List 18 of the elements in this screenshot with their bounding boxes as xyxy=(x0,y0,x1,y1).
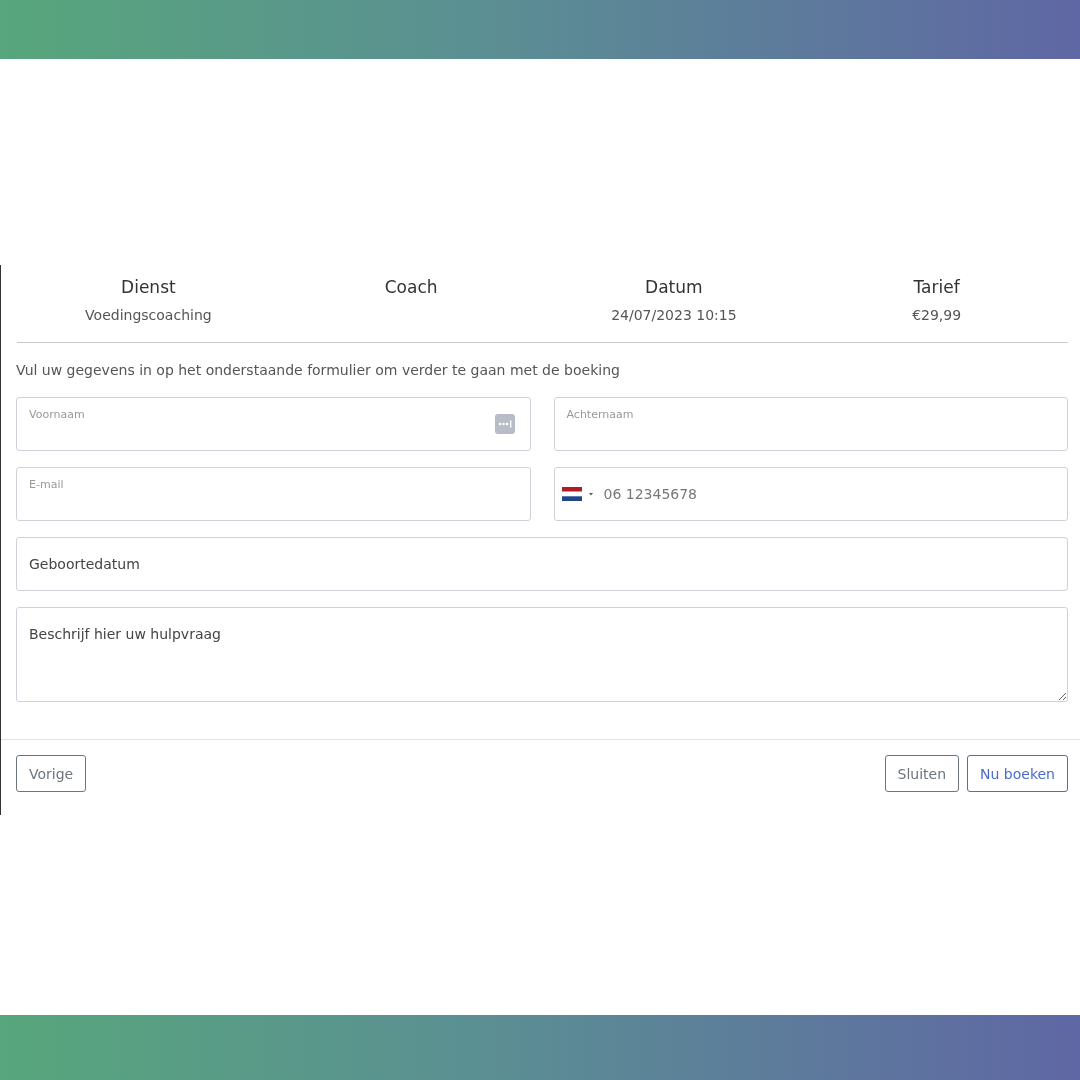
date-field[interactable]: Geboortedatum xyxy=(16,537,1068,591)
book-button[interactable]: Nu boeken xyxy=(967,755,1068,792)
summary-value: €29,99 xyxy=(912,307,962,323)
text-field[interactable]: Achternaam xyxy=(553,397,1068,451)
intro-text: Vul uw gegevens in op het onderstaande formulier om verder te gaan met de boeking xyxy=(16,362,621,378)
summary-value: Voedingscoaching xyxy=(85,307,212,323)
summary-value: 24/07/2023 10:15 xyxy=(611,307,737,323)
phone-field[interactable]: 06 12345678 xyxy=(553,467,1068,521)
close-button[interactable]: Sluiten xyxy=(884,755,960,792)
column-heading: Coach xyxy=(384,277,438,297)
text-field[interactable]: Voornaam xyxy=(16,397,531,451)
column-heading: Datum xyxy=(645,277,703,297)
column-heading: Dienst xyxy=(121,277,176,297)
text-field[interactable]: E-mail xyxy=(16,467,531,521)
question-textarea[interactable]: Beschrijf hier uw hulpvraag xyxy=(16,607,1068,702)
flag-icon[interactable] xyxy=(561,487,596,501)
column-heading: Tarief xyxy=(913,277,960,297)
back-button[interactable]: Vorige xyxy=(16,755,87,792)
